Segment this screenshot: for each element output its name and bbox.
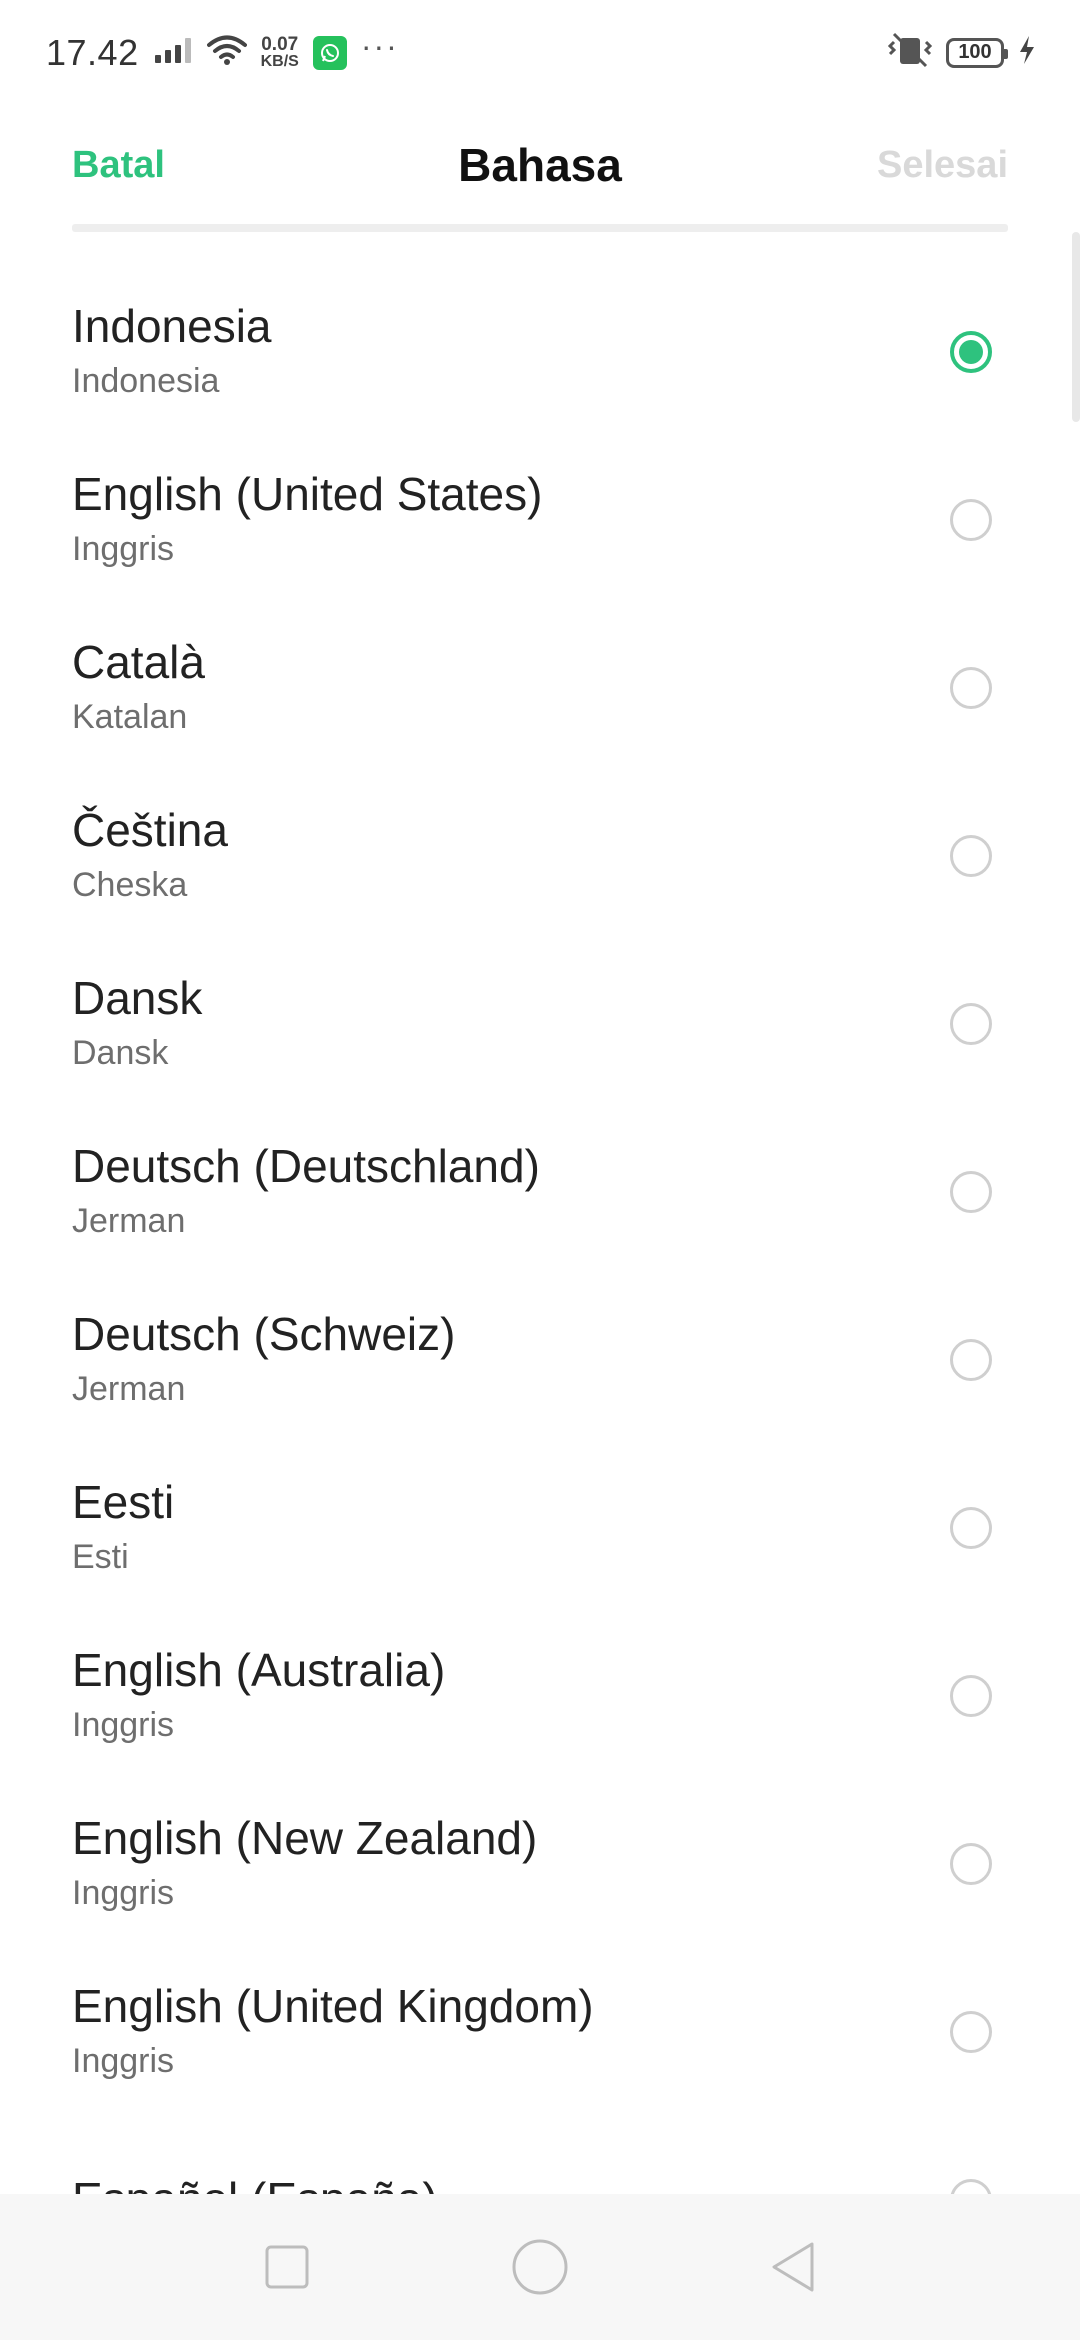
language-subtitle: Cheska	[72, 866, 188, 904]
network-speed-unit: KB/S	[260, 53, 299, 70]
language-text: Deutsch (Deutschland) Jerman	[72, 1138, 540, 1246]
home-circle-icon[interactable]	[505, 2232, 575, 2302]
language-name: Deutsch (Deutschland)	[72, 1140, 540, 1192]
system-nav-bar	[0, 2194, 1080, 2340]
app-header: Batal Bahasa Selesai	[0, 105, 1080, 225]
language-item[interactable]: English (Australia) Inggris	[0, 1612, 1080, 1780]
language-text: Eesti Esti	[72, 1474, 174, 1582]
language-text: Català Katalan	[72, 634, 205, 742]
battery-icon: 100	[946, 37, 1008, 68]
network-speed: 0.07 KB/S	[261, 35, 299, 70]
language-text: Čeština Cheska	[72, 802, 228, 910]
radio-button[interactable]	[950, 2179, 992, 2194]
language-subtitle: Esti	[72, 1538, 129, 1576]
language-item[interactable]: English (New Zealand) Inggris	[0, 1780, 1080, 1948]
cancel-button[interactable]: Batal	[72, 144, 165, 187]
recents-square-icon[interactable]	[252, 2232, 322, 2302]
radio-button[interactable]	[950, 667, 992, 709]
language-text: Indonesia Indonesia	[72, 298, 272, 406]
language-list: Indonesia Indonesia English (United Stat…	[0, 268, 1080, 2194]
language-name: Dansk	[72, 972, 203, 1024]
language-name: Català	[72, 636, 205, 688]
language-subtitle: Inggris	[72, 1706, 175, 1744]
language-name: Español (España)	[72, 2171, 438, 2194]
language-text: English (Australia) Inggris	[72, 1642, 445, 1750]
language-item[interactable]: Indonesia Indonesia	[0, 268, 1080, 436]
radio-button[interactable]	[950, 835, 992, 877]
radio-button-selected[interactable]	[950, 331, 992, 373]
language-subtitle: Katalan	[72, 698, 188, 736]
wifi-icon	[206, 34, 247, 71]
radio-button[interactable]	[950, 1675, 992, 1717]
vibrate-off-icon	[887, 32, 933, 73]
radio-button[interactable]	[950, 1171, 992, 1213]
whatsapp-icon	[312, 35, 347, 70]
language-name: Eesti	[72, 1476, 175, 1528]
language-item[interactable]: Eesti Esti	[0, 1444, 1080, 1612]
language-subtitle: Jerman	[72, 1202, 186, 1240]
language-text: Dansk Dansk	[72, 970, 202, 1078]
language-subtitle: Inggris	[72, 530, 175, 568]
language-subtitle: Inggris	[72, 1874, 175, 1912]
language-name: Deutsch (Schweiz)	[72, 1308, 456, 1360]
language-name: Čeština	[72, 804, 228, 856]
radio-button[interactable]	[950, 1843, 992, 1885]
language-subtitle: Dansk	[72, 1034, 169, 1072]
language-text: Deutsch (Schweiz) Jerman	[72, 1306, 455, 1414]
charging-icon	[1018, 35, 1036, 70]
more-notifications-icon: ···	[360, 28, 399, 64]
language-item[interactable]: Català Katalan	[0, 604, 1080, 772]
language-item[interactable]: Deutsch (Schweiz) Jerman	[0, 1276, 1080, 1444]
language-item[interactable]: Deutsch (Deutschland) Jerman	[0, 1108, 1080, 1276]
back-triangle-icon[interactable]	[758, 2232, 828, 2302]
radio-button[interactable]	[950, 1003, 992, 1045]
language-name: English (United States)	[72, 468, 543, 520]
language-name: English (Australia)	[72, 1644, 446, 1696]
language-subtitle: Inggris	[72, 2042, 175, 2080]
radio-button[interactable]	[950, 499, 992, 541]
language-text: Español (España)	[72, 2171, 438, 2194]
radio-button[interactable]	[950, 1339, 992, 1381]
language-item[interactable]: English (United Kingdom) Inggris	[0, 1948, 1080, 2116]
page-title: Bahasa	[458, 139, 622, 191]
status-time: 17.42	[46, 31, 139, 73]
radio-button[interactable]	[950, 2011, 992, 2053]
status-bar: 17.42 0.07 KB/S ··· 100	[0, 0, 1080, 105]
header-divider	[72, 224, 1008, 232]
radio-button[interactable]	[950, 1507, 992, 1549]
status-bar-right: 100	[887, 32, 1036, 73]
language-settings-screen: 17.42 0.07 KB/S ··· 100 Batal Bahasa Sel…	[0, 0, 1080, 2340]
language-name: English (New Zealand)	[72, 1812, 538, 1864]
language-name: Indonesia	[72, 300, 272, 352]
language-item[interactable]: English (United States) Inggris	[0, 436, 1080, 604]
language-subtitle: Jerman	[72, 1370, 186, 1408]
language-text: English (United States) Inggris	[72, 466, 542, 574]
battery-level: 100	[958, 41, 992, 63]
language-text: English (United Kingdom) Inggris	[72, 1978, 594, 2086]
language-item[interactable]: Dansk Dansk	[0, 940, 1080, 1108]
network-speed-value: 0.07	[261, 34, 299, 55]
language-text: English (New Zealand) Inggris	[72, 1810, 537, 1918]
language-name: English (United Kingdom)	[72, 1980, 594, 2032]
language-item[interactable]: Español (España)	[0, 2116, 1080, 2194]
status-bar-left: 17.42 0.07 KB/S ···	[46, 28, 399, 74]
signal-icon	[153, 35, 193, 70]
language-item[interactable]: Čeština Cheska	[0, 772, 1080, 940]
language-subtitle: Indonesia	[72, 362, 220, 400]
done-button[interactable]: Selesai	[877, 144, 1008, 187]
